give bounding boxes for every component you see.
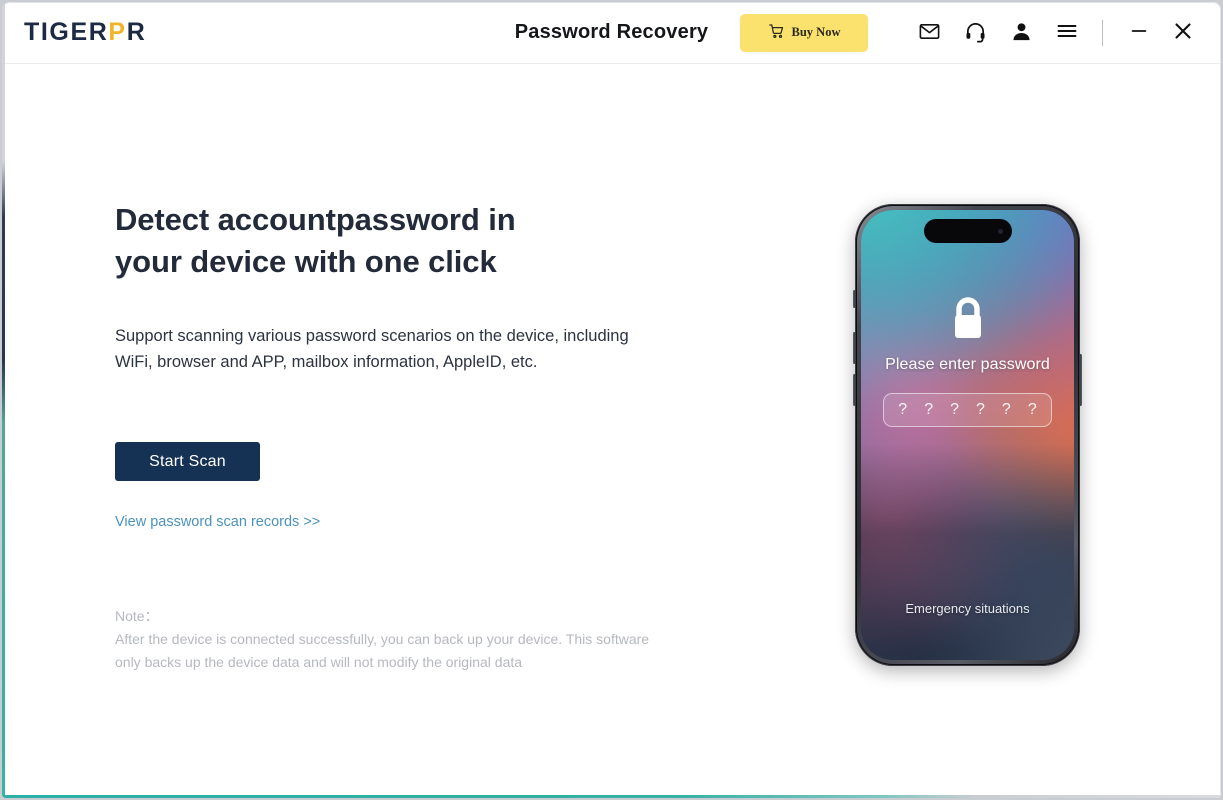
phone-body: Please enter password ? ? ? ? ? ? Emerge…: [855, 204, 1080, 666]
titlebar-divider: [1102, 19, 1103, 46]
headline-line-1: Detect accountpassword in: [115, 202, 516, 237]
app-logo: TIGERPR: [24, 18, 146, 47]
start-scan-container: Start Scan: [115, 375, 735, 482]
password-char: ?: [1027, 401, 1037, 418]
menu-button[interactable]: [1044, 13, 1090, 53]
note-line-1: After the device is connected successful…: [115, 631, 650, 648]
hero-headline: Detect accountpassword in your device wi…: [115, 199, 735, 283]
password-char: ?: [924, 401, 934, 418]
dynamic-island: [923, 219, 1012, 243]
user-icon: [1010, 20, 1033, 46]
note-line-2: only backs up the device data and will n…: [115, 653, 523, 670]
close-button[interactable]: [1161, 13, 1205, 53]
start-scan-button[interactable]: Start Scan: [115, 442, 260, 482]
headline-line-2: your device with one click: [115, 244, 497, 280]
hamburger-menu-icon: [1055, 19, 1079, 46]
support-button[interactable]: [952, 13, 998, 53]
logo-text-accent: P: [108, 18, 127, 46]
minimize-icon: [1128, 20, 1150, 45]
note-block: Note： After the device is connected succ…: [115, 605, 675, 673]
lock-icon: [946, 294, 990, 349]
page-title: Password Recovery: [514, 21, 709, 43]
mail-button[interactable]: [906, 13, 952, 53]
phone-prompt-text: Please enter password: [885, 356, 1050, 373]
mail-icon: [918, 20, 941, 46]
password-char: ?: [976, 401, 985, 418]
account-button[interactable]: [998, 13, 1044, 53]
buy-now-label: Buy Now: [791, 25, 841, 39]
window-accent-edge-left: [2, 2, 5, 798]
minimize-button[interactable]: [1117, 13, 1161, 53]
front-camera-dot: [997, 228, 1003, 234]
hero-text-pane: Detect accountpassword in your device wi…: [115, 199, 735, 673]
title-bar-actions: Buy Now: [740, 13, 1221, 53]
password-char: ?: [950, 401, 959, 418]
logo-text-tail: R: [126, 18, 147, 46]
main-content: Detect accountpassword in your device wi…: [2, 64, 1221, 798]
password-char: ?: [1001, 401, 1011, 418]
window-accent-edge-bottom: [2, 795, 1221, 798]
password-char: ?: [898, 401, 908, 418]
buy-now-button[interactable]: Buy Now: [740, 13, 868, 52]
shopping-cart-icon: [768, 23, 785, 42]
close-icon: [1171, 19, 1195, 46]
headset-icon: [964, 20, 987, 46]
note-title: Note：: [115, 608, 159, 625]
phone-illustration: Please enter password ? ? ? ? ? ? Emerge…: [853, 204, 1082, 666]
phone-emergency-label: Emergency situations: [905, 601, 1030, 616]
view-password-scan-records-link[interactable]: View password scan records >>: [115, 514, 320, 530]
logo-text-main: TIGER: [24, 18, 109, 46]
phone-password-field: ? ? ? ? ? ?: [883, 393, 1052, 427]
title-bar: TIGERPR Password Recovery Buy Now: [2, 2, 1221, 64]
description-line-2: WiFi, browser and APP, mailbox informati…: [115, 353, 538, 372]
description-line-1: Support scanning various password scenar…: [115, 327, 629, 346]
app-window: TIGERPR Password Recovery Buy Now Detect…: [2, 2, 1221, 798]
records-link-container: View password scan records >>: [115, 481, 735, 531]
phone-screen: Please enter password ? ? ? ? ? ? Emerge…: [861, 210, 1074, 660]
phone-screen-shade: [861, 210, 1074, 660]
hero-description: Support scanning various password scenar…: [115, 323, 660, 375]
